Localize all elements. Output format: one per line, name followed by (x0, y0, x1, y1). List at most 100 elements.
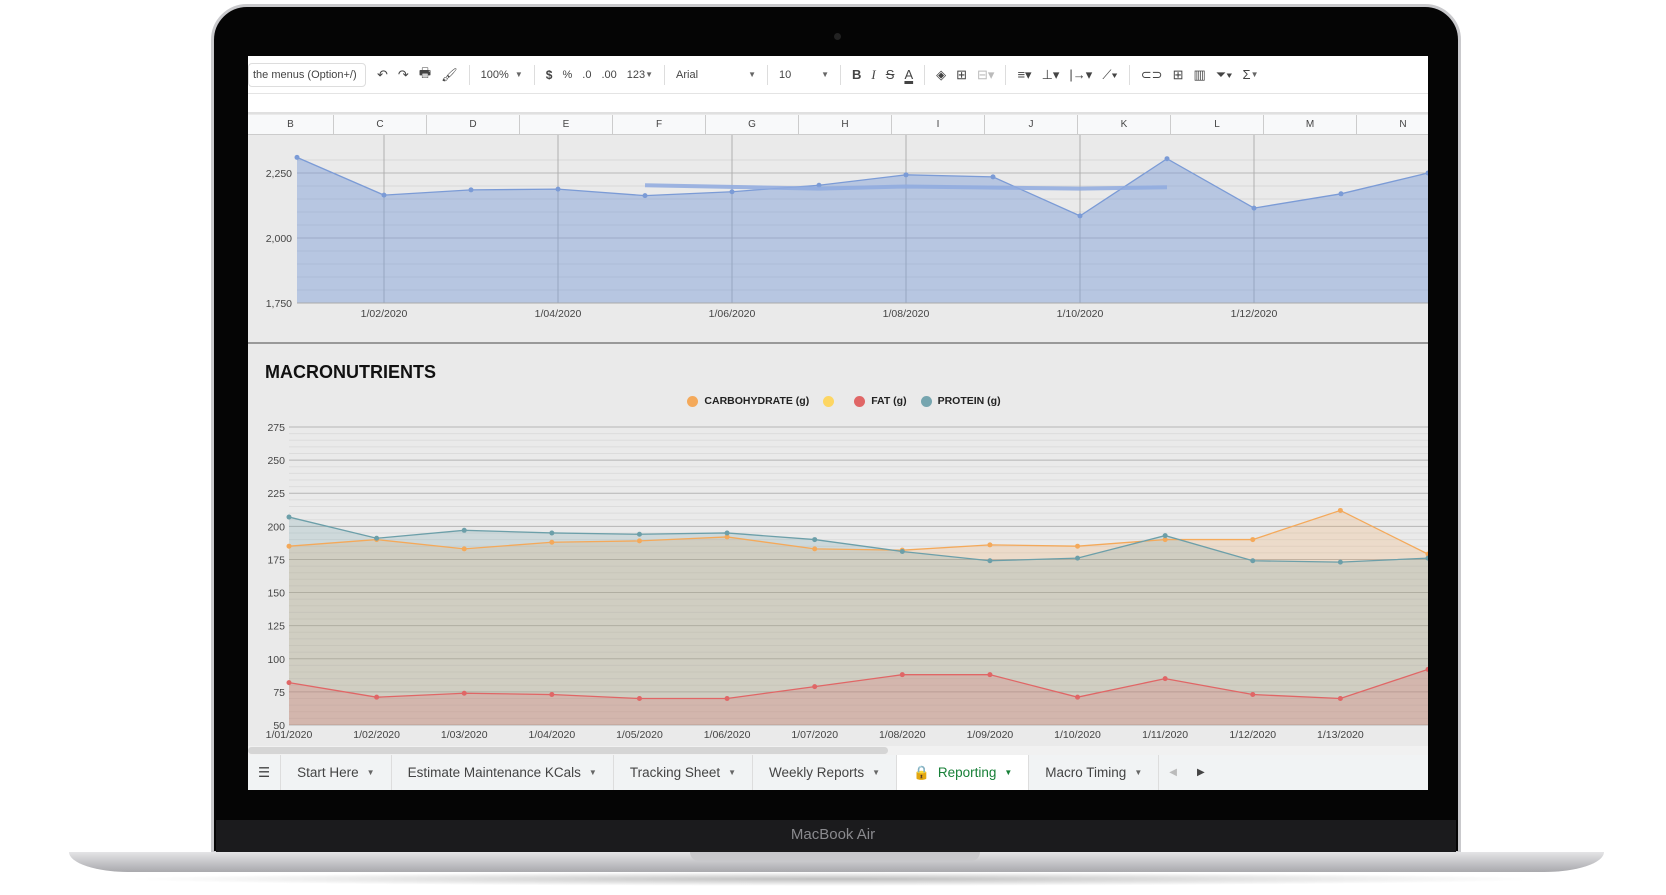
strikethrough-button[interactable]: S (881, 63, 900, 87)
y-tick-label: 175 (267, 554, 285, 566)
text-rotation-icon[interactable]: ⟋▾ (1097, 63, 1122, 87)
column-header-B[interactable]: B (248, 115, 334, 135)
currency-button[interactable]: $ (541, 63, 558, 87)
data-point (549, 530, 555, 536)
merge-cells-icon[interactable]: ⊟▾ (972, 63, 999, 87)
functions-label: Σ (1242, 67, 1251, 82)
italic-button[interactable]: I (866, 63, 880, 87)
column-header-J[interactable]: J (985, 115, 1078, 135)
data-point (549, 692, 555, 698)
data-point (987, 558, 993, 564)
divider (767, 64, 769, 85)
text-wrap-icon[interactable]: |→▾ (1064, 63, 1097, 87)
bold-button[interactable]: B (847, 63, 866, 87)
x-tick-label: 1/04/2020 (528, 729, 575, 741)
chevron-down-icon: ▼ (748, 70, 757, 79)
column-header-I[interactable]: I (892, 115, 985, 135)
column-header-E[interactable]: E (520, 115, 613, 135)
column-header-M[interactable]: M (1264, 115, 1357, 135)
column-header-L[interactable]: L (1171, 115, 1264, 135)
horizontal-scrollbar[interactable] (248, 746, 1428, 755)
data-point (729, 189, 735, 195)
more-formats-label: 123 (626, 68, 646, 81)
menu-search-input[interactable]: the menus (Option+/) (248, 62, 366, 87)
sheet-tab[interactable]: 🔒 Reporting ▼ (897, 755, 1030, 790)
spreadsheet-screen: the menus (Option+/) ↶ ↷ 🖶 🖌 100% ▼ $ % … (248, 56, 1428, 790)
x-tick-label: 1/12/2020 (1231, 308, 1278, 320)
data-point (636, 538, 642, 544)
increase-decimal-button[interactable]: .00 (596, 63, 621, 87)
x-tick-label: 1/09/2020 (967, 729, 1014, 741)
chart-icon[interactable]: ▥ (1188, 63, 1210, 87)
sheet-tab[interactable]: Tracking Sheet ▼ (614, 755, 754, 790)
data-point (374, 694, 380, 700)
y-tick-label: 250 (267, 455, 285, 467)
data-point (812, 684, 818, 690)
fill-color-icon[interactable]: ◈ (931, 63, 951, 87)
filter-icon[interactable]: ⏷▾ (1211, 63, 1238, 87)
chevron-down-icon: ▼ (1250, 70, 1259, 79)
divider (924, 64, 926, 85)
lock-icon: 🔒 (913, 764, 930, 780)
data-point (987, 542, 993, 548)
horizontal-align-icon[interactable]: ≡▾ (1012, 63, 1036, 87)
chart-title: MACRONUTRIENTS (265, 362, 436, 382)
data-point (990, 174, 996, 180)
link-icon[interactable]: ⊂⊃ (1136, 63, 1168, 87)
more-formats-button[interactable]: 123 ▼ (622, 63, 658, 87)
scrollbar-thumb[interactable] (248, 747, 888, 754)
data-point (286, 514, 292, 520)
column-header-F[interactable]: F (613, 115, 706, 135)
text-color-button[interactable]: A (899, 63, 918, 87)
data-point (899, 672, 905, 678)
font-size-select[interactable]: 10 ▼ (774, 63, 834, 87)
column-header-C[interactable]: C (334, 115, 427, 135)
scroll-tabs-left-icon[interactable]: ◀ (1159, 767, 1187, 778)
x-tick-label: 1/06/2020 (709, 308, 756, 320)
percent-button[interactable]: % (557, 63, 577, 87)
sheet-tab[interactable]: Estimate Maintenance KCals ▼ (392, 755, 614, 790)
chevron-down-icon: ▼ (821, 70, 830, 79)
sheet-tab[interactable]: Weekly Reports ▼ (753, 755, 898, 790)
column-header-G[interactable]: G (706, 115, 799, 135)
x-tick-label: 1/08/2020 (883, 308, 930, 320)
print-icon[interactable]: 🖶 (414, 63, 436, 87)
data-point (1164, 156, 1170, 162)
y-tick-label: 2,250 (266, 168, 292, 180)
column-header-N[interactable]: N (1357, 115, 1428, 135)
data-point (1075, 543, 1081, 549)
data-point (468, 187, 474, 193)
font-select[interactable]: Arial ▼ (671, 63, 761, 87)
column-header-H[interactable]: H (799, 115, 892, 135)
formula-bar[interactable] (248, 93, 1428, 114)
device-brand: MacBook Air (790, 826, 876, 843)
column-header-K[interactable]: K (1078, 115, 1171, 135)
undo-icon[interactable]: ↶ (372, 63, 393, 87)
decrease-decimal-button[interactable]: .0 (577, 63, 596, 87)
scroll-tabs-right-icon[interactable]: ▶ (1187, 767, 1215, 778)
vertical-align-icon[interactable]: ⊥▾ (1037, 63, 1065, 87)
x-tick-label: 1/08/2020 (879, 729, 926, 741)
x-tick-label: 1/10/2020 (1057, 308, 1104, 320)
x-tick-label: 1/03/2020 (441, 729, 488, 741)
laptop-shadow (120, 872, 1550, 886)
comment-icon[interactable]: ⊞ (1168, 63, 1189, 87)
x-tick-label: 1/13/2020 (1317, 729, 1364, 741)
data-point (636, 696, 642, 702)
paint-format-icon[interactable]: 🖌 (436, 63, 463, 87)
sheet-tab[interactable]: Start Here ▼ (281, 755, 392, 790)
x-tick-label: 1/12/2020 (1229, 729, 1276, 741)
data-point (1250, 558, 1256, 564)
functions-button[interactable]: Σ ▼ (1238, 63, 1264, 87)
zoom-select[interactable]: 100% ▼ (476, 63, 528, 87)
y-tick-label: 2,000 (266, 233, 292, 245)
y-tick-label: 1,750 (266, 298, 292, 310)
sheet-tab[interactable]: Macro Timing ▼ (1029, 755, 1160, 790)
tab-label: Estimate Maintenance KCals (407, 765, 581, 780)
tab-label: Reporting (937, 765, 997, 780)
borders-icon[interactable]: ⊞ (951, 63, 972, 87)
zoom-value: 100% (480, 68, 509, 81)
column-header-D[interactable]: D (427, 115, 520, 135)
redo-icon[interactable]: ↷ (393, 63, 414, 87)
all-sheets-menu-icon[interactable]: ☰ (248, 755, 282, 790)
